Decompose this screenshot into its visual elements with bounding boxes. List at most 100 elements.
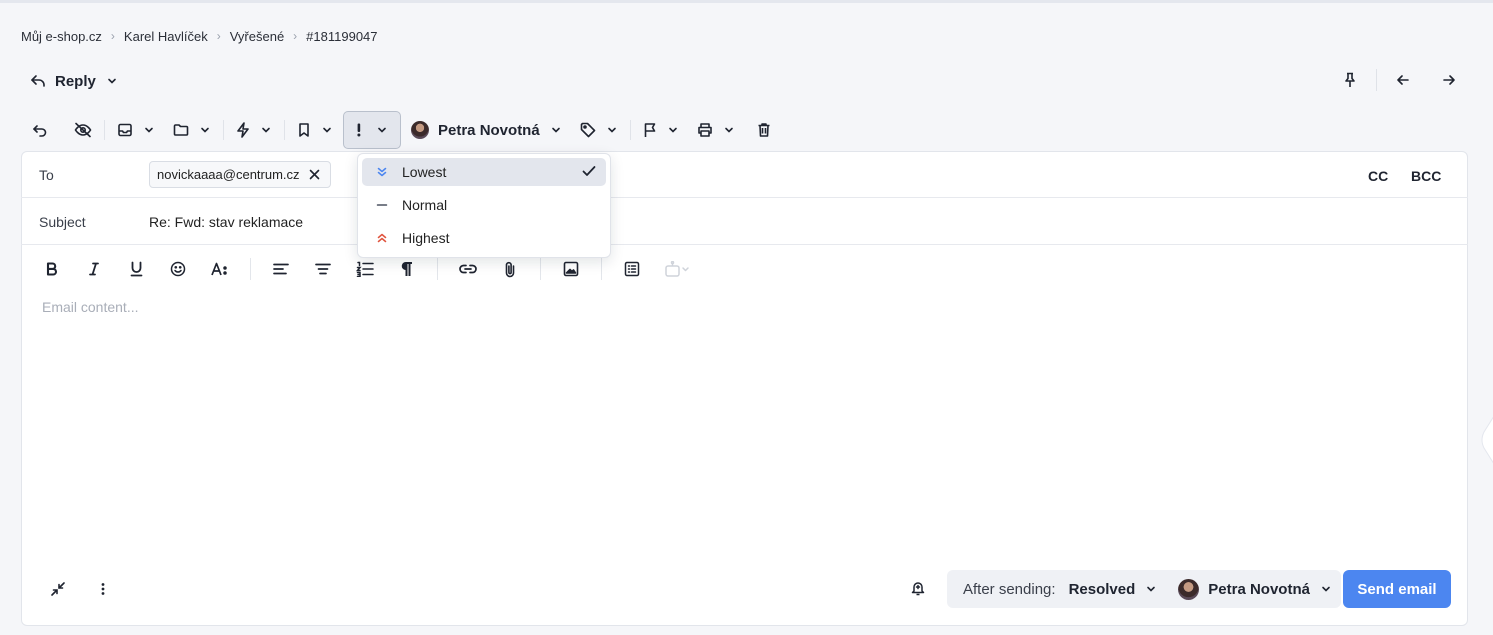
cc-button[interactable]: CC [1368,168,1388,184]
link-button[interactable] [456,257,480,281]
italic-icon [89,262,99,276]
priority-option-label: Highest [402,230,450,246]
send-email-button[interactable]: Send email [1343,570,1451,608]
delete-button[interactable] [753,111,775,149]
tag-button[interactable] [576,111,622,149]
bcc-button[interactable]: BCC [1411,168,1441,184]
ticket-navigation [1338,68,1461,92]
print-button[interactable] [693,111,739,149]
subject-label: Subject [39,214,86,230]
breadcrumb-item-customer[interactable]: Karel Havlíček [124,29,208,44]
italic-button[interactable] [82,257,106,281]
previous-button[interactable] [1391,68,1415,92]
email-body-input[interactable]: Email content... [42,299,139,315]
image-button[interactable] [559,257,583,281]
bold-button[interactable] [40,257,64,281]
lightning-icon [237,122,249,138]
chevron-down-icon [551,127,560,133]
robot-icon [665,261,689,277]
reply-label: Reply [55,72,96,90]
template-button[interactable] [620,257,644,281]
paragraph-button[interactable] [395,257,419,281]
align-left-icon [273,263,289,275]
numbered-list-button[interactable] [353,257,377,281]
automation-button[interactable] [232,111,276,149]
subject-input[interactable]: Re: Fwd: stav reklamace [149,214,303,230]
breadcrumb-item-ticket: #181199047 [306,28,378,44]
collapse-button[interactable] [46,578,70,600]
reply-mode-button[interactable]: Reply [30,70,118,92]
flag-icon [644,123,656,137]
image-icon [563,261,579,277]
arrow-right-icon [1443,75,1455,85]
collapse-icon [51,582,65,596]
divider [1376,69,1377,91]
priority-option-lowest[interactable]: Lowest [362,158,606,186]
dash-icon [375,198,389,212]
paperclip-icon [505,261,515,277]
divider [284,120,285,140]
close-icon[interactable] [309,169,320,180]
align-center-button[interactable] [311,257,335,281]
underline-button[interactable] [124,257,148,281]
divider [223,120,224,140]
inbox-icon [118,123,132,137]
to-label: To [39,167,54,183]
priority-button[interactable] [343,111,401,149]
ticket-toolbar: Petra Novotná [28,111,775,149]
pin-button[interactable] [1338,68,1362,92]
emoji-icon [170,261,186,277]
breadcrumb-item-status[interactable]: Vyřešené [230,29,284,44]
chevron-down-icon [668,127,677,133]
numbered-list-icon [356,261,374,277]
priority-option-label: Lowest [402,164,447,180]
top-border [0,0,1493,3]
next-button[interactable] [1437,68,1461,92]
chevrons-down-icon [375,165,389,179]
bell-icon [911,582,925,596]
priority-option-highest[interactable]: Highest [362,224,606,252]
attachment-button[interactable] [498,257,522,281]
chevron-down-icon [201,127,209,133]
avatar [1178,578,1200,600]
after-sending-assignee-select[interactable]: Petra Novotná [1178,578,1332,600]
pilcrow-icon [401,261,412,276]
hide-button[interactable] [70,111,96,149]
align-center-icon [315,263,331,275]
eye-off-icon [74,122,92,138]
assignee-button[interactable]: Petra Novotná [407,111,566,149]
flag-button[interactable] [639,111,683,149]
chevron-right-icon: › [110,29,115,43]
priority-dropdown: Lowest Normal Highest [357,153,611,258]
chevron-down-icon [262,127,270,133]
reply-icon [31,75,45,87]
after-sending-label: After sending: [963,580,1056,598]
arrow-left-icon [1397,75,1409,85]
side-panel-handle[interactable] [1474,400,1493,480]
breadcrumb-item-shop[interactable]: Můj e-shop.cz [21,29,102,44]
more-vertical-icon [101,583,105,595]
tag-icon [580,122,596,138]
align-left-button[interactable] [269,257,293,281]
emoji-button[interactable] [166,257,190,281]
bookmark-button[interactable] [293,111,337,149]
notification-button[interactable] [911,580,925,601]
folder-button[interactable] [169,111,215,149]
priority-option-normal[interactable]: Normal [362,191,606,219]
after-sending-status-select[interactable]: Resolved [1069,581,1158,598]
undo-button[interactable] [28,111,52,149]
chevron-down-icon [145,127,153,133]
font-size-button[interactable] [208,257,232,281]
breadcrumb: Můj e-shop.cz › Karel Havlíček › Vyřešen… [21,27,378,45]
divider [629,120,631,140]
undo-icon [33,125,47,137]
underline-icon [130,261,142,277]
more-options-button[interactable] [91,578,115,600]
divider [540,258,541,280]
font-size-icon [211,262,227,276]
template-icon [624,261,640,277]
inbox-button[interactable] [113,111,159,149]
recipient-chip[interactable]: novickaaaa@centrum.cz [149,161,331,188]
chevron-down-icon [724,127,733,133]
chevrons-up-icon [375,231,389,245]
